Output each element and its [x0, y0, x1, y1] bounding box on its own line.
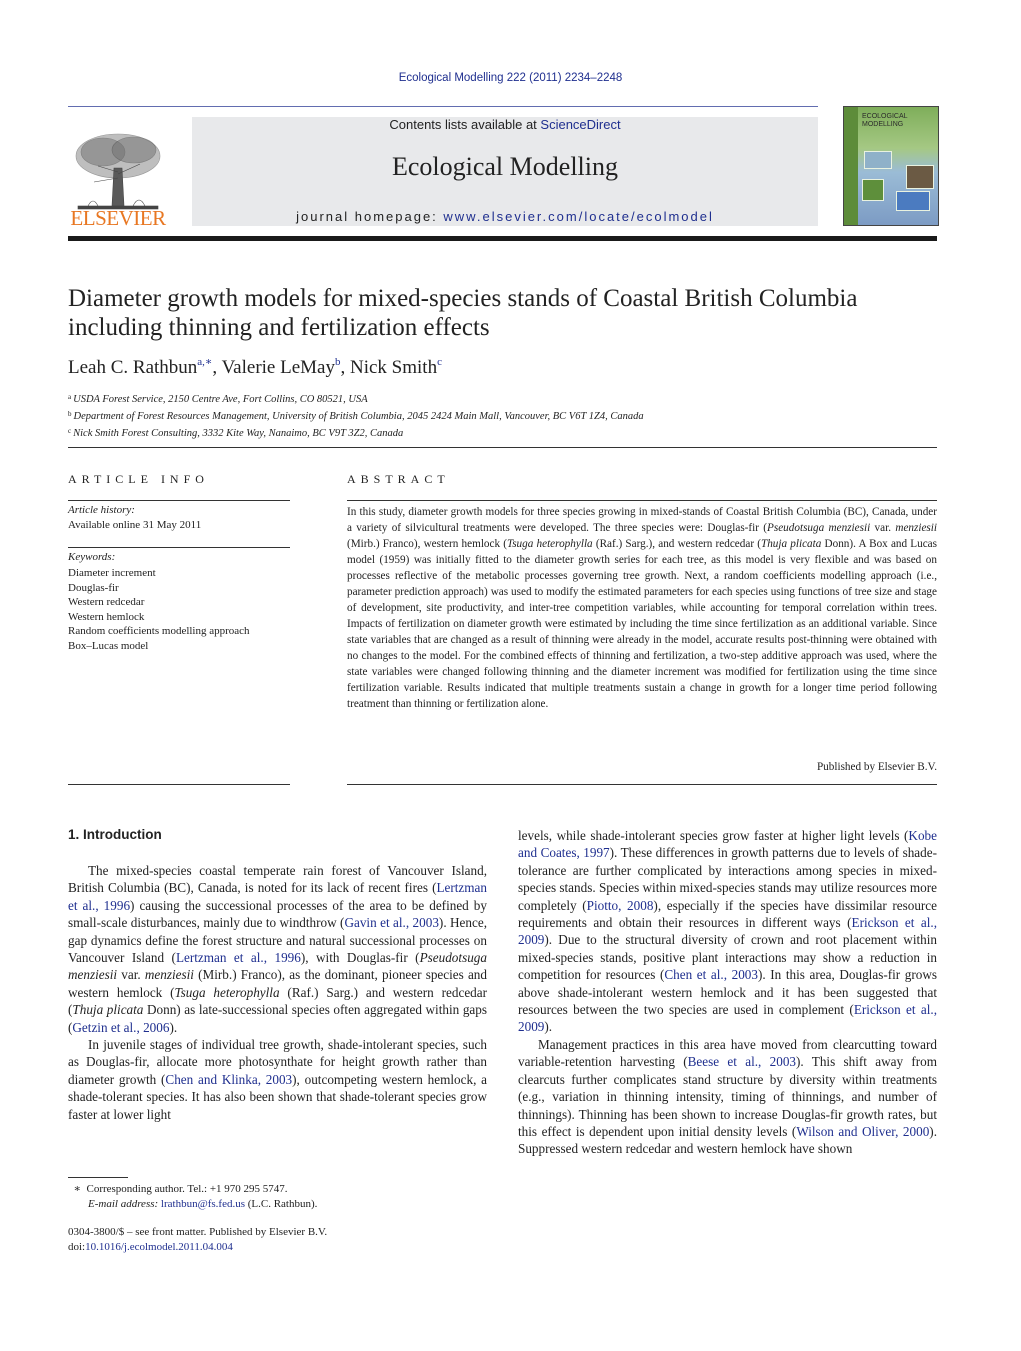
- cover-photo: [862, 179, 884, 201]
- email-line: E-mail address: lrathbun@fs.fed.us (L.C.…: [88, 1197, 318, 1210]
- journal-homepage: journal homepage: www.elsevier.com/locat…: [192, 209, 818, 224]
- header-divider: [68, 106, 818, 107]
- citation-link[interactable]: Gavin et al., 2003: [344, 915, 438, 930]
- keywords-list: Diameter increment Douglas-fir Western r…: [68, 566, 250, 654]
- article-history-value: Available online 31 May 2011: [68, 519, 202, 531]
- section-heading-introduction: 1. Introduction: [68, 827, 162, 842]
- author-affiliation-marker[interactable]: a,∗: [197, 356, 212, 368]
- keyword: Western hemlock: [68, 610, 145, 623]
- cover-photo: [864, 151, 892, 169]
- abstract-text: In this study, diameter growth models fo…: [347, 506, 938, 710]
- contents-prefix: Contents lists available at: [389, 117, 541, 132]
- header-thick-rule: [68, 236, 937, 241]
- affiliation: c Nick Smith Forest Consulting, 3332 Kite…: [68, 427, 404, 439]
- article-info-heading: ARTICLE INFO: [68, 472, 209, 486]
- section-divider: [68, 447, 937, 448]
- author-name: Leah C. Rathbun: [68, 357, 198, 378]
- keyword: Western redcedar: [68, 596, 145, 609]
- affiliation-list: a USDA Forest Service, 2150 Centre Ave, F…: [68, 390, 644, 441]
- paragraph: Management practices in this area have m…: [518, 1036, 937, 1157]
- footnote-divider: [68, 1177, 128, 1178]
- article-title: Diameter growth models for mixed-species…: [68, 285, 858, 341]
- front-matter: 0304-3800/$ – see front matter. Publishe…: [68, 1225, 327, 1255]
- footnote: ∗ Corresponding author. Tel.: +1 970 295…: [68, 1182, 318, 1211]
- doi-line: doi:10.1016/j.ecolmodel.2011.04.004: [68, 1241, 233, 1253]
- paragraph: In juvenile stages of individual tree gr…: [68, 1037, 487, 1122]
- article-history-label: Article history:: [68, 504, 135, 516]
- issn-line: 0304-3800/$ – see front matter. Publishe…: [68, 1226, 328, 1238]
- affiliation: a USDA Forest Service, 2150 Centre Ave, F…: [68, 393, 368, 405]
- cover-photo: [896, 191, 930, 211]
- body-column-right: levels, while shade-intolerant species g…: [518, 827, 937, 1158]
- citation-link[interactable]: Lertzman et al., 1996: [176, 950, 301, 965]
- keyword: Box–Lucas model: [68, 639, 149, 652]
- keyword: Douglas-fir: [68, 581, 119, 594]
- cover-title: ECOLOGICAL MODELLING: [862, 113, 908, 128]
- keyword: Random coefficients modelling approach: [68, 625, 250, 638]
- elsevier-logo-text: ELSEVIER: [70, 206, 166, 230]
- author-name: Nick Smith: [349, 357, 438, 378]
- keywords-label: Keywords:: [68, 551, 116, 563]
- citation-link[interactable]: Chen et al., 2003: [664, 967, 758, 982]
- divider: [347, 784, 937, 785]
- cover-strip: [844, 107, 858, 225]
- author-affiliation-marker[interactable]: b: [335, 356, 341, 368]
- doi-link[interactable]: 10.1016/j.ecolmodel.2011.04.004: [85, 1241, 233, 1253]
- homepage-prefix: journal homepage:: [296, 209, 444, 224]
- citation-link[interactable]: Piotto, 2008: [587, 898, 654, 913]
- author-name: Valerie LeMay: [221, 357, 335, 378]
- divider: [68, 547, 290, 548]
- journal-reference[interactable]: Ecological Modelling 222 (2011) 2234–224…: [0, 72, 1021, 84]
- published-by: Published by Elsevier B.V.: [816, 761, 937, 773]
- journal-cover-image: ECOLOGICAL MODELLING: [843, 106, 939, 226]
- corresponding-author-note: ∗ Corresponding author. Tel.: +1 970 295…: [73, 1183, 288, 1195]
- cover-photo: [906, 165, 934, 189]
- keyword: Diameter increment: [68, 567, 156, 579]
- divider: [68, 500, 290, 501]
- divider: [68, 784, 290, 785]
- paragraph: The mixed-species coastal temperate rain…: [68, 863, 488, 1035]
- citation-link[interactable]: Wilson and Oliver, 2000: [796, 1124, 929, 1139]
- paragraph: levels, while shade-intolerant species g…: [518, 828, 938, 1035]
- citation-link[interactable]: Beese et al., 2003: [688, 1054, 796, 1069]
- contents-line: Contents lists available at ScienceDirec…: [192, 117, 818, 132]
- journal-title: Ecological Modelling: [391, 152, 618, 181]
- affiliation: b Department of Forest Resources Manageme…: [68, 410, 644, 422]
- author-affiliation-marker[interactable]: c: [437, 356, 442, 368]
- email-link[interactable]: lrathbun@fs.fed.us: [161, 1198, 245, 1210]
- sciencedirect-link[interactable]: ScienceDirect: [540, 117, 620, 132]
- citation-link[interactable]: Chen and Klinka, 2003: [165, 1072, 292, 1087]
- homepage-link[interactable]: www.elsevier.com/locate/ecolmodel: [443, 209, 713, 224]
- author-list: Leah C. Rathbuna,∗, Valerie LeMayb, Nick…: [68, 356, 442, 378]
- citation-link[interactable]: Getzin et al., 2006: [72, 1020, 169, 1035]
- body-column-left: The mixed-species coastal temperate rain…: [68, 862, 487, 1123]
- abstract-heading: ABSTRACT: [347, 472, 450, 486]
- divider: [347, 500, 937, 501]
